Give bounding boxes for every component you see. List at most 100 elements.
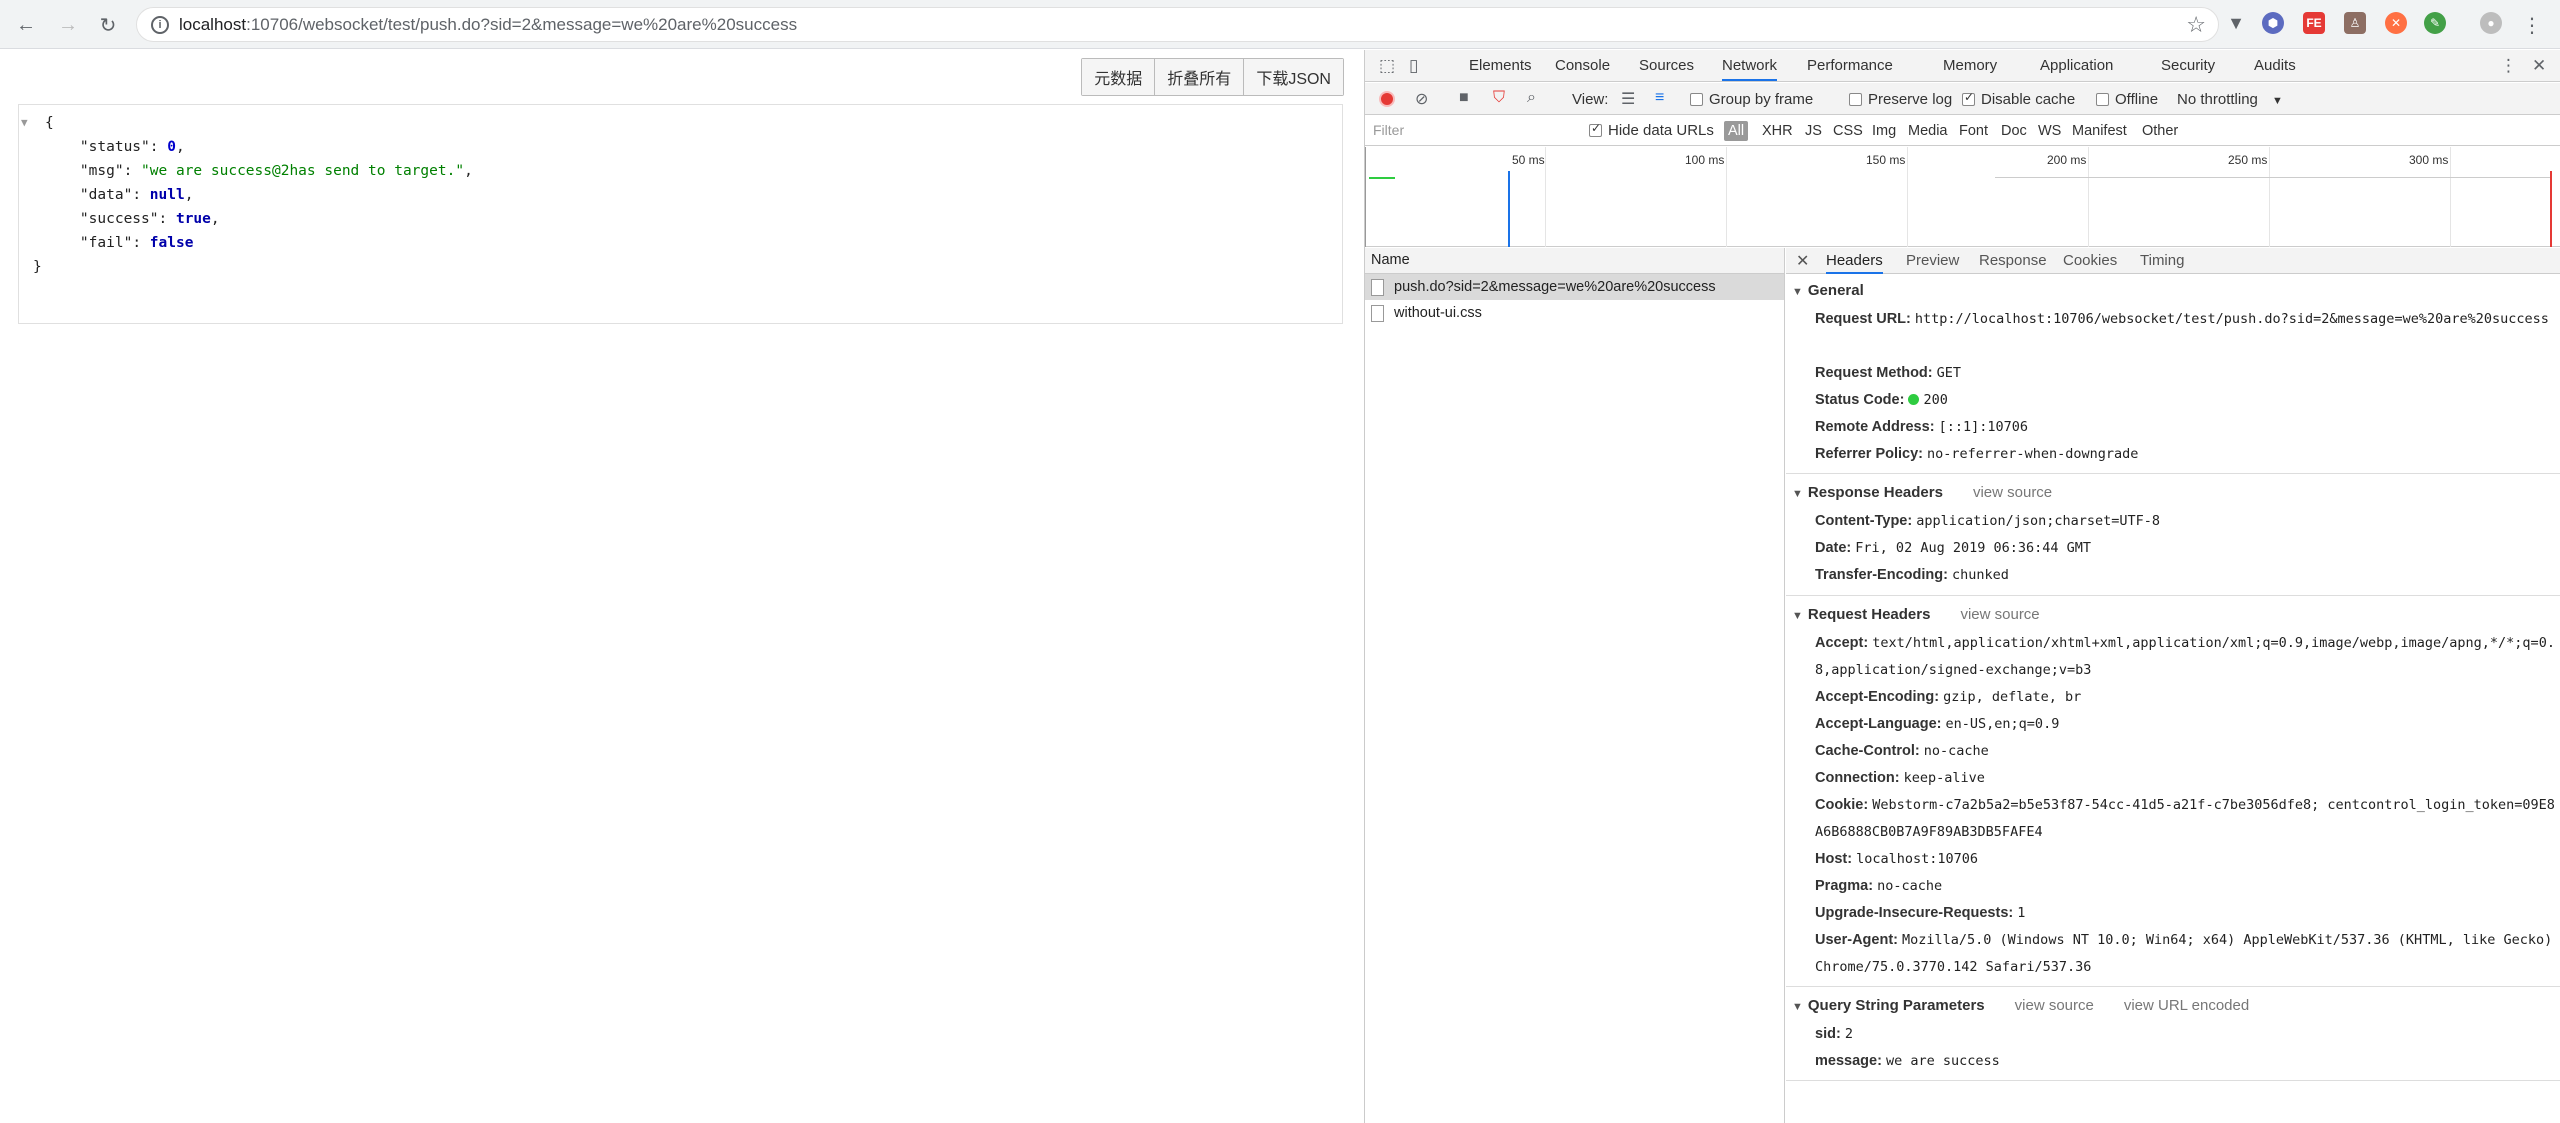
tab-security[interactable]: Security: [2161, 57, 2215, 74]
reload-icon[interactable]: ↻: [94, 11, 122, 39]
detail-tabbar: ✕ Headers Preview Response Cookies Timin…: [1786, 248, 2560, 274]
type-filter-img[interactable]: Img: [1872, 123, 1896, 139]
menu-dots-icon[interactable]: ⋮: [2518, 11, 2546, 39]
evernote-icon[interactable]: ✎: [2424, 12, 2446, 34]
view-source-link[interactable]: view source: [2015, 997, 2094, 1014]
tab-console[interactable]: Console: [1555, 57, 1610, 74]
close-detail-icon[interactable]: ✕: [1796, 251, 1809, 271]
json-open-brace: {: [45, 115, 54, 131]
type-filter-media[interactable]: Media: [1908, 123, 1948, 139]
waterfall-view-icon[interactable]: ≡: [1655, 89, 1664, 107]
header-accept-language: Accept-Language: en-US,en;q=0.9: [1815, 716, 2060, 732]
timeline-tick: 50 ms: [1512, 153, 1545, 167]
tab-performance[interactable]: Performance: [1807, 57, 1893, 74]
group-by-frame-checkbox[interactable]: Group by frame: [1690, 91, 1813, 108]
timeline-bar: [1369, 177, 1395, 179]
tab-application[interactable]: Application: [2040, 57, 2113, 74]
json-line-msg: "msg": "we are success@2has send to targ…: [79, 163, 473, 179]
capture-screenshots-icon[interactable]: ■: [1459, 89, 1469, 107]
devtools-menu-icon[interactable]: ⋮: [2500, 56, 2517, 76]
request-row[interactable]: push.do?sid=2&message=we%20are%20success: [1365, 274, 1784, 300]
name-column-header[interactable]: Name: [1365, 248, 1784, 274]
section-general[interactable]: ▼ General: [1792, 282, 1864, 299]
tab-cookies[interactable]: Cookies: [2063, 252, 2117, 269]
tab-sources[interactable]: Sources: [1639, 57, 1694, 74]
info-icon[interactable]: i: [151, 16, 169, 34]
header-referrer-policy: Referrer Policy: no-referrer-when-downgr…: [1815, 446, 2139, 462]
raw-data-button[interactable]: 元数据: [1082, 59, 1156, 95]
profile-avatar-icon[interactable]: ●: [2480, 12, 2502, 34]
inspect-element-icon[interactable]: ⬚: [1379, 56, 1395, 76]
tab-network[interactable]: Network: [1722, 57, 1778, 81]
status-ok-icon: [1908, 394, 1920, 405]
type-filter-font[interactable]: Font: [1959, 123, 1988, 139]
type-filter-css[interactable]: CSS: [1833, 123, 1863, 139]
tab-preview[interactable]: Preview: [1906, 252, 1959, 269]
header-request-url: Request URL: http://localhost:10706/webs…: [1815, 311, 2549, 327]
preserve-log-checkbox[interactable]: Preserve log: [1849, 91, 1952, 108]
header-status-code: Status Code: 200: [1815, 392, 1948, 408]
tab-timing[interactable]: Timing: [2140, 252, 2184, 269]
extension-user-icon[interactable]: ♙: [2344, 12, 2366, 34]
tab-elements[interactable]: Elements: [1469, 57, 1532, 74]
hide-data-urls-checkbox[interactable]: Hide data URLs: [1589, 121, 1714, 139]
tab-response[interactable]: Response: [1979, 252, 2047, 269]
section-request-headers[interactable]: ▼ Request Headers view source: [1792, 606, 2040, 623]
extension-x-icon[interactable]: ✕: [2385, 12, 2407, 34]
close-devtools-icon[interactable]: ✕: [2532, 56, 2546, 76]
timeline-tick: 250 ms: [2228, 153, 2268, 167]
request-row[interactable]: without-ui.css: [1365, 300, 1784, 326]
download-json-button[interactable]: 下载JSON: [1244, 59, 1343, 95]
type-filter-all[interactable]: All: [1724, 121, 1749, 141]
json-line-success: "success": true,: [79, 211, 220, 227]
type-filter-manifest[interactable]: Manifest: [2072, 123, 2127, 139]
url-text[interactable]: localhost:10706/websocket/test/push.do?s…: [179, 15, 797, 35]
timeline-tick: 100 ms: [1685, 153, 1725, 167]
bookmark-star-icon[interactable]: ☆: [2186, 12, 2206, 38]
type-filter-ws[interactable]: WS: [2038, 123, 2061, 139]
extension-fe-icon[interactable]: FE: [2303, 12, 2325, 34]
search-icon[interactable]: ⌕: [1527, 89, 1536, 107]
view-url-encoded-link[interactable]: view URL encoded: [2124, 997, 2249, 1014]
extension-hex-icon[interactable]: ⬢: [2262, 12, 2284, 34]
clear-icon[interactable]: ⊘: [1415, 89, 1428, 109]
view-source-link[interactable]: view source: [1973, 484, 2052, 501]
header-cookie: Cookie: Webstorm-c7a2b5a2=b5e53f87-54cc-…: [1815, 797, 2555, 840]
network-toolbar: ⊘ ■ ⛉ ⌕ View: ☰ ≡ Group by frame Preserv…: [1365, 83, 2560, 115]
devtools-panel: ⬚ ▯ Elements Console Sources Network Per…: [1364, 50, 2560, 1123]
filter-bar: Filter Hide data URLs All XHR JS CSS Img…: [1365, 116, 2560, 146]
type-filter-other[interactable]: Other: [2142, 123, 2178, 139]
list-view-icon[interactable]: ☰: [1621, 89, 1635, 109]
address-bar[interactable]: i localhost:10706/websocket/test/push.do…: [136, 7, 2219, 42]
collapse-triangle-icon[interactable]: ▼: [21, 111, 28, 135]
type-filter-doc[interactable]: Doc: [2001, 123, 2027, 139]
record-icon[interactable]: [1379, 91, 1395, 107]
filter-funnel-icon[interactable]: ⛉: [1493, 89, 1505, 107]
type-filter-xhr[interactable]: XHR: [1762, 123, 1793, 139]
device-toolbar-icon[interactable]: ▯: [1409, 56, 1418, 76]
disable-cache-checkbox[interactable]: Disable cache: [1962, 90, 2075, 108]
timeline-tick: 300 ms: [2409, 153, 2449, 167]
header-pragma: Pragma: no-cache: [1815, 878, 1943, 894]
header-transfer-encoding: Transfer-Encoding: chunked: [1815, 567, 2009, 583]
load-marker: [2550, 171, 2552, 247]
view-label: View:: [1572, 91, 1609, 108]
devtools-tabbar: ⬚ ▯ Elements Console Sources Network Per…: [1365, 50, 2560, 82]
view-source-link[interactable]: view source: [1960, 606, 2039, 623]
tab-memory[interactable]: Memory: [1943, 57, 1997, 74]
throttling-select[interactable]: No throttling ▼: [2177, 91, 2283, 108]
offline-checkbox[interactable]: Offline: [2096, 91, 2158, 108]
collapse-all-button[interactable]: 折叠所有: [1155, 59, 1245, 95]
filter-input[interactable]: Filter: [1369, 120, 1584, 142]
type-filter-js[interactable]: JS: [1805, 123, 1822, 139]
tab-headers[interactable]: Headers: [1826, 252, 1883, 274]
tab-audits[interactable]: Audits: [2254, 57, 2296, 74]
extension-funnel-icon[interactable]: ▼: [2225, 12, 2247, 34]
section-response-headers[interactable]: ▼ Response Headers view source: [1792, 484, 2052, 501]
forward-arrow-icon[interactable]: →: [54, 11, 82, 39]
network-overview-timeline[interactable]: 50 ms 100 ms 150 ms 200 ms 250 ms 300 ms: [1365, 147, 2560, 247]
back-arrow-icon[interactable]: ←: [12, 11, 40, 39]
header-accept: Accept: text/html,application/xhtml+xml,…: [1815, 635, 2555, 678]
section-query-string-parameters[interactable]: ▼ Query String Parameters view source view …: [1792, 997, 2249, 1014]
header-remote-address: Remote Address: [::1]:10706: [1815, 419, 2028, 435]
